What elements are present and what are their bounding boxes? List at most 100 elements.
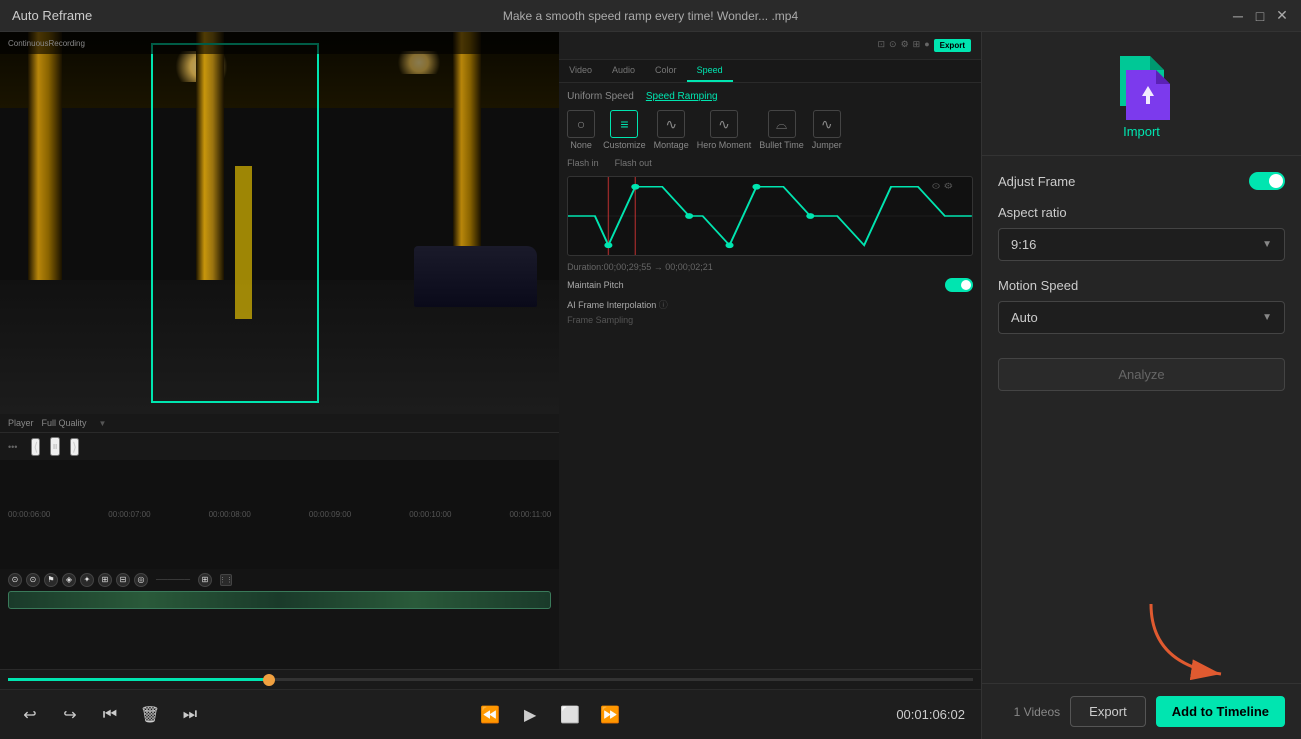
- maximize-button[interactable]: □: [1253, 9, 1267, 23]
- track-btn-2[interactable]: ⊙: [26, 573, 40, 587]
- inner-tabs: Video Audio Color Speed: [559, 60, 981, 83]
- tab-video[interactable]: Video: [559, 60, 602, 82]
- flash-out[interactable]: Flash out: [615, 158, 652, 168]
- track-btn-8[interactable]: ◎: [134, 573, 148, 587]
- svg-text:⊙ ⚙: ⊙ ⚙: [932, 181, 954, 190]
- progress-fill: [8, 678, 269, 681]
- ai-frame-row: AI Frame Interpolation ⓘ: [567, 298, 973, 311]
- progress-container[interactable]: [0, 669, 981, 689]
- time-marker-5: 00:00:10:00: [409, 510, 451, 519]
- preset-bullet[interactable]: ⌓ Bullet Time: [759, 110, 804, 150]
- skip-back-button[interactable]: ⟨: [31, 438, 40, 456]
- tab-audio[interactable]: Audio: [602, 60, 645, 82]
- videos-count: 1 Videos: [1014, 705, 1060, 719]
- tab-speed[interactable]: Speed: [687, 60, 733, 82]
- preset-none-icon: ○: [567, 110, 595, 138]
- delete-button[interactable]: 🗑: [136, 701, 164, 729]
- preset-bullet-label: Bullet Time: [759, 140, 804, 150]
- uniform-speed-tab[interactable]: Uniform Speed: [567, 91, 634, 102]
- aspect-ratio-dropdown[interactable]: 9:16 ▼: [998, 228, 1285, 261]
- toolbar-icon-4[interactable]: ⊞: [913, 39, 921, 52]
- add-to-timeline-button[interactable]: Add to Timeline: [1156, 696, 1285, 727]
- inner-track-row: ⊙ ⊙ ⚑ ◈ ✦ ⊞ ⊟ ◎ ────── ⊞: [0, 569, 559, 591]
- go-end-button[interactable]: ⏭: [176, 701, 204, 729]
- left-controls: Player Full Quality ▼ ••• ⟨ ⏸ ⟩: [0, 414, 559, 669]
- track-btn-5[interactable]: ✦: [80, 573, 94, 587]
- track-btn-4[interactable]: ◈: [62, 573, 76, 587]
- speed-presets: ○ None ≡ Customize ∿ Montage: [567, 110, 973, 150]
- preset-none[interactable]: ○ None: [567, 110, 595, 150]
- motion-speed-dropdown[interactable]: Auto ▼: [998, 301, 1285, 334]
- toolbar-icon-1[interactable]: ⊡: [877, 39, 885, 52]
- inner-toolbar-icons: ⊡ ⊙ ⚙ ⊞ ● Export: [877, 39, 975, 52]
- toolbar-icon-5[interactable]: ●: [924, 39, 929, 52]
- preset-hero[interactable]: ∿ Hero Moment: [697, 110, 752, 150]
- aspect-ratio-value: 9:16: [1011, 237, 1036, 252]
- preset-none-label: None: [570, 140, 592, 150]
- ai-frame-label: AI Frame Interpolation ⓘ: [567, 298, 668, 311]
- aspect-ratio-label: Aspect ratio: [998, 205, 1067, 220]
- time-marker-6: 00:00:11:00: [509, 510, 551, 519]
- track-btn-3[interactable]: ⚑: [44, 573, 58, 587]
- motion-speed-label: Motion Speed: [998, 278, 1078, 293]
- inner-export-button[interactable]: Export: [934, 39, 971, 52]
- right-sidebar: Import Adjust Frame Aspect ratio 9:16 ▼: [981, 32, 1301, 739]
- waveform-svg: ⊙ ⚙: [568, 177, 972, 255]
- next-frame-button[interactable]: ⏩: [596, 701, 624, 729]
- import-label[interactable]: Import: [1123, 124, 1160, 139]
- player-quality: Full Quality: [42, 418, 87, 428]
- import-section: Import: [982, 32, 1301, 156]
- toolbar-icon-3[interactable]: ⚙: [901, 39, 909, 52]
- play-button[interactable]: ▶: [516, 701, 544, 729]
- video-track-segment: [8, 591, 551, 609]
- flash-controls: Flash in Flash out: [567, 158, 973, 168]
- play-pause-button[interactable]: ⏸: [50, 437, 60, 456]
- motion-speed-group: Motion Speed Auto ▼: [998, 277, 1285, 334]
- preset-montage[interactable]: ∿ Montage: [654, 110, 689, 150]
- import-icon-stack: [1112, 56, 1172, 116]
- track-btn-9[interactable]: ⊞: [198, 573, 212, 587]
- left-video-top: ContinuousRecording: [0, 32, 559, 414]
- fit-button[interactable]: ⬜: [556, 701, 584, 729]
- flash-in[interactable]: Flash in: [567, 158, 599, 168]
- right-controls-group: 00:01:06:02: [896, 707, 965, 722]
- preview-inner: ContinuousRecording Player Full Quality …: [0, 32, 981, 669]
- preset-hero-icon: ∿: [710, 110, 738, 138]
- preset-customize[interactable]: ≡ Customize: [603, 110, 646, 150]
- inner-toolbar: ⊡ ⊙ ⚙ ⊞ ● Export: [559, 32, 981, 60]
- redo-button[interactable]: ↪: [56, 701, 84, 729]
- track-btn-6[interactable]: ⊞: [98, 573, 112, 587]
- speed-ramping-tab[interactable]: Speed Ramping: [646, 91, 718, 102]
- sidebar-content: Import Adjust Frame Aspect ratio 9:16 ▼: [982, 32, 1301, 683]
- undo-button[interactable]: ↩: [16, 701, 44, 729]
- preset-jumper-icon: ∿: [813, 110, 841, 138]
- minimize-button[interactable]: ─: [1231, 9, 1245, 23]
- toolbar-icon-2[interactable]: ⊙: [889, 39, 897, 52]
- progress-track[interactable]: [8, 678, 973, 681]
- tab-color[interactable]: Color: [645, 60, 687, 82]
- duration-text: Duration:00;00;29;55 → 00;00;02;21: [567, 262, 973, 272]
- progress-thumb[interactable]: [263, 674, 275, 686]
- center-controls-group: ⏪ ▶ ⬜ ⏩: [476, 701, 624, 729]
- inner-editor: ⊡ ⊙ ⚙ ⊞ ● Export Video Audio Color: [559, 32, 981, 669]
- waveform-area[interactable]: ⊙ ⚙: [567, 176, 973, 256]
- preset-customize-label: Customize: [603, 140, 646, 150]
- track-btn-1[interactable]: ⊙: [8, 573, 22, 587]
- prev-frame-button[interactable]: ⏪: [476, 701, 504, 729]
- export-button[interactable]: Export: [1070, 696, 1146, 727]
- maintain-pitch-row: Maintain Pitch: [567, 278, 973, 292]
- preset-hero-label: Hero Moment: [697, 140, 752, 150]
- analyze-button[interactable]: Analyze: [998, 358, 1285, 391]
- maintain-pitch-toggle[interactable]: [945, 278, 973, 292]
- go-start-button[interactable]: ⏮: [96, 701, 124, 729]
- track-btn-7[interactable]: ⊟: [116, 573, 130, 587]
- skip-forward-button[interactable]: ⟩: [70, 438, 79, 456]
- aspect-ratio-group: Aspect ratio 9:16 ▼: [998, 204, 1285, 261]
- preset-jumper[interactable]: ∿ Jumper: [812, 110, 842, 150]
- player-bar: Player Full Quality ▼: [0, 414, 559, 433]
- frame-sampling-label: Frame Sampling: [567, 315, 973, 325]
- adjust-frame-toggle[interactable]: [1249, 172, 1285, 190]
- adjust-frame-label: Adjust Frame: [998, 174, 1075, 189]
- close-button[interactable]: ✕: [1275, 9, 1289, 23]
- main-layout: ContinuousRecording Player Full Quality …: [0, 32, 1301, 739]
